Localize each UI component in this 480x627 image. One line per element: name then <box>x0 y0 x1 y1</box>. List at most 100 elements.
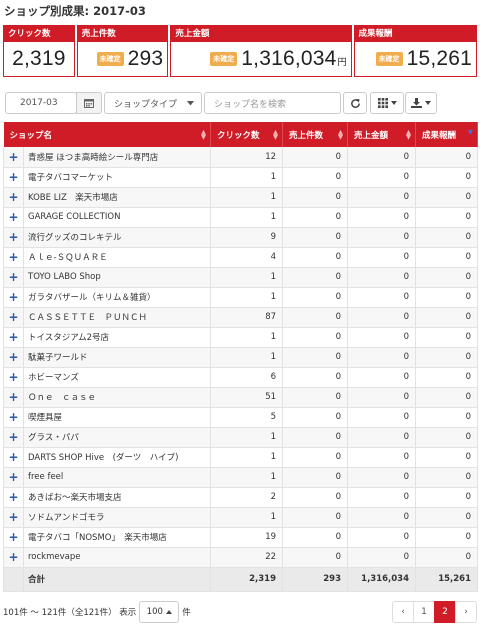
expand-row-button[interactable]: + <box>3 307 24 328</box>
sales-count-cell: 0 <box>282 547 349 568</box>
shop-search-input[interactable]: ショップ名を検索 <box>204 92 341 114</box>
expand-row-button[interactable]: + <box>3 287 24 308</box>
caret-down-icon <box>390 101 397 105</box>
shop-type-select[interactable]: ショップタイプ <box>104 92 202 114</box>
reward-cell: 0 <box>415 227 479 248</box>
columns-button[interactable] <box>370 92 404 114</box>
sales-count-cell: 0 <box>282 447 349 468</box>
expand-row-button[interactable]: + <box>3 267 24 288</box>
sales-count-cell: 0 <box>282 527 349 548</box>
reward-cell: 0 <box>415 527 479 548</box>
expand-row-button[interactable]: + <box>3 367 24 388</box>
sort-icon: ▲ ▼ <box>338 128 344 141</box>
caret-down-icon <box>425 101 431 105</box>
sales-amount-cell: 0 <box>347 547 417 568</box>
shop-name-cell: TOYO LABO Shop <box>23 267 212 288</box>
expand-row-button[interactable]: + <box>3 547 24 568</box>
reward-cell: 0 <box>415 327 479 348</box>
sales-amount-cell: 0 <box>347 247 417 268</box>
export-button[interactable] <box>405 92 437 114</box>
shop-name-cell: KOBE LIZ 楽天市場店 <box>23 187 212 208</box>
expand-row-button[interactable]: + <box>3 487 24 508</box>
shop-name-cell: 電子タバコ「NOSMO」 楽天市場店 <box>23 527 212 548</box>
sales-count-cell: 0 <box>282 287 349 308</box>
reward-cell: 0 <box>415 207 479 228</box>
sales-count-cell: 0 <box>282 367 349 388</box>
sort-icon: ▲ ▼ <box>273 128 279 141</box>
sales-amount-cell: 0 <box>347 387 417 408</box>
sales-count-cell: 0 <box>282 247 349 268</box>
sales-amount-cell: 0 <box>347 427 417 448</box>
column-header-sales-count[interactable]: 売上件数 ▲ ▼ <box>282 122 349 147</box>
expand-row-button[interactable]: + <box>3 227 24 248</box>
clicks-cell: 1 <box>210 427 284 448</box>
expand-row-button[interactable]: + <box>3 187 24 208</box>
sales-count-cell: 0 <box>282 147 349 168</box>
clicks-cell: 1 <box>210 467 284 488</box>
table-total-row: 合計 2,319 293 1,316,034 15,261 <box>3 566 479 592</box>
table-row: + KOBE LIZ 楽天市場店 1 0 0 0 <box>3 187 479 208</box>
kpi-value: 2,319 <box>12 47 66 70</box>
clicks-cell: 9 <box>210 227 284 248</box>
shop-name-cell: free feel <box>23 467 212 488</box>
calendar-button[interactable] <box>76 92 102 114</box>
expand-row-button[interactable]: + <box>3 407 24 428</box>
table-row: + ソドムアンドゴモラ 1 0 0 0 <box>3 507 479 528</box>
shop-name-cell: 流行グッズのコレキテル <box>23 227 212 248</box>
reward-cell: 0 <box>415 507 479 528</box>
total-sales-amount: 1,316,034 <box>347 566 417 592</box>
prev-page-button[interactable]: ‹ <box>392 601 414 623</box>
page-1-button[interactable]: 1 <box>413 601 435 623</box>
sales-count-cell: 0 <box>282 187 349 208</box>
expand-row-button[interactable]: + <box>3 147 24 168</box>
reward-cell: 0 <box>415 427 479 448</box>
table-row: + グラス・パパ 1 0 0 0 <box>3 427 479 448</box>
expand-row-button[interactable]: + <box>3 167 24 188</box>
shop-name-cell: 電子タバコマーケット <box>23 167 212 188</box>
column-header-reward[interactable]: 成果報酬 ▼ <box>415 122 479 147</box>
shop-name-cell: rockmevape <box>23 547 212 568</box>
calendar-icon <box>84 99 94 108</box>
expand-row-button[interactable]: + <box>3 387 24 408</box>
sales-count-cell: 0 <box>282 167 349 188</box>
page-size-select[interactable]: 100 <box>139 601 180 623</box>
expand-row-button[interactable]: + <box>3 527 24 548</box>
expand-row-button[interactable]: + <box>3 347 24 368</box>
reward-cell: 0 <box>415 347 479 368</box>
kpi-value: 15,261 <box>406 47 472 70</box>
pagination-info: 101件 ～ 121件（全121件） 表示 100 件 <box>3 601 191 623</box>
column-header-sales-amount[interactable]: 売上金額 ▲ ▼ <box>347 122 417 147</box>
sales-count-cell: 0 <box>282 407 349 428</box>
sales-amount-cell: 0 <box>347 227 417 248</box>
sales-amount-cell: 0 <box>347 367 417 388</box>
expand-row-button[interactable]: + <box>3 327 24 348</box>
column-header-clicks[interactable]: クリック数 ▲ ▼ <box>210 122 284 147</box>
expand-row-button[interactable]: + <box>3 447 24 468</box>
sales-count-cell: 0 <box>282 467 349 488</box>
expand-row-button[interactable]: + <box>3 507 24 528</box>
expand-row-button[interactable]: + <box>3 427 24 448</box>
expand-row-button[interactable]: + <box>3 247 24 268</box>
total-clicks: 2,319 <box>210 566 284 592</box>
next-page-button[interactable]: › <box>455 601 477 623</box>
shop-name-cell: トイスタジアム2号店 <box>23 327 212 348</box>
expand-row-button[interactable]: + <box>3 467 24 488</box>
sales-amount-cell: 0 <box>347 207 417 228</box>
refresh-button[interactable] <box>343 92 367 114</box>
unconfirmed-badge: 未確定 <box>210 52 238 66</box>
month-input[interactable]: 2017-03 <box>5 92 77 114</box>
caret-down-icon <box>187 100 194 105</box>
reward-cell: 0 <box>415 547 479 568</box>
page-size-suffix: 件 <box>182 608 191 618</box>
column-header-shop-name[interactable]: ショップ名 ▲ ▼ <box>3 122 212 147</box>
record-range-text: 101件 ～ 121件（全121件） 表示 <box>3 608 137 618</box>
reward-cell: 0 <box>415 147 479 168</box>
expand-row-button[interactable]: + <box>3 207 24 228</box>
page-2-button[interactable]: 2 <box>434 601 456 623</box>
table-row: + GARAGE COLLECTION 1 0 0 0 <box>3 207 479 228</box>
total-label: 合計 <box>23 566 212 592</box>
clicks-cell: 2 <box>210 487 284 508</box>
pagination: ‹ 1 2 › <box>392 601 477 623</box>
shop-name-cell: 青惑屋 ほつま高時絵シール専門店 <box>23 147 212 168</box>
kpi-label: 売上件数 <box>77 26 168 42</box>
